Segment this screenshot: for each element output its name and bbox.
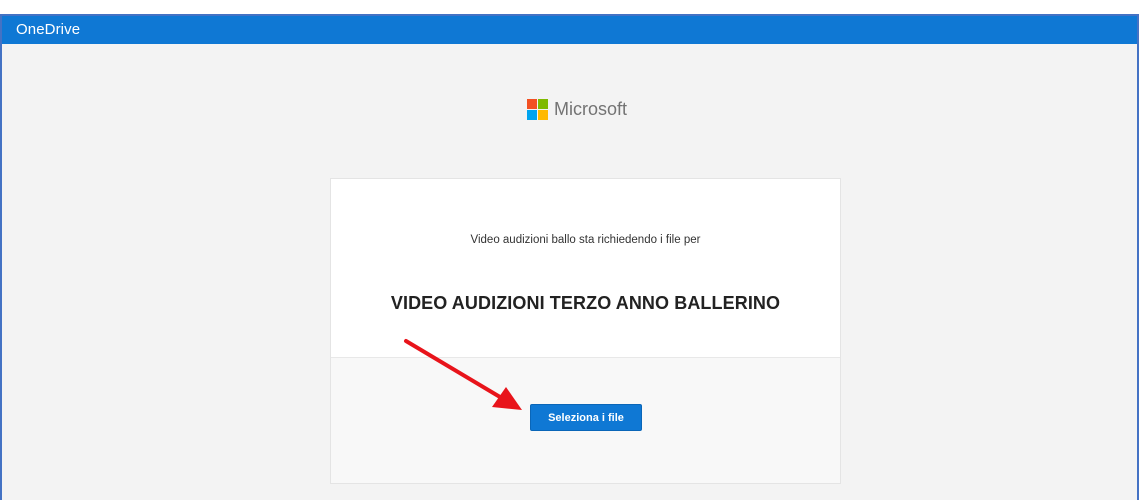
app-title[interactable]: OneDrive [16, 21, 80, 38]
microsoft-four-squares-icon [527, 98, 548, 120]
red-arrow-icon [404, 339, 522, 410]
select-files-button[interactable]: Seleziona i file [530, 404, 642, 431]
request-message: Video audizioni ballo sta richiedendo i … [470, 234, 701, 246]
request-title: VIDEO AUDIZIONI TERZO ANNO BALLERINO [390, 293, 781, 313]
microsoft-wordmark: Microsoft [554, 98, 628, 119]
file-request-card: Video audizioni ballo sta richiedendo i … [330, 178, 841, 484]
app-header-bar: OneDrive [2, 16, 1137, 44]
microsoft-logo: Microsoft [527, 96, 627, 122]
onedrive-window: OneDrive Microsoft Video audizioni ballo… [0, 14, 1139, 500]
file-request-header: Video audizioni ballo sta richiedendo i … [331, 179, 840, 358]
